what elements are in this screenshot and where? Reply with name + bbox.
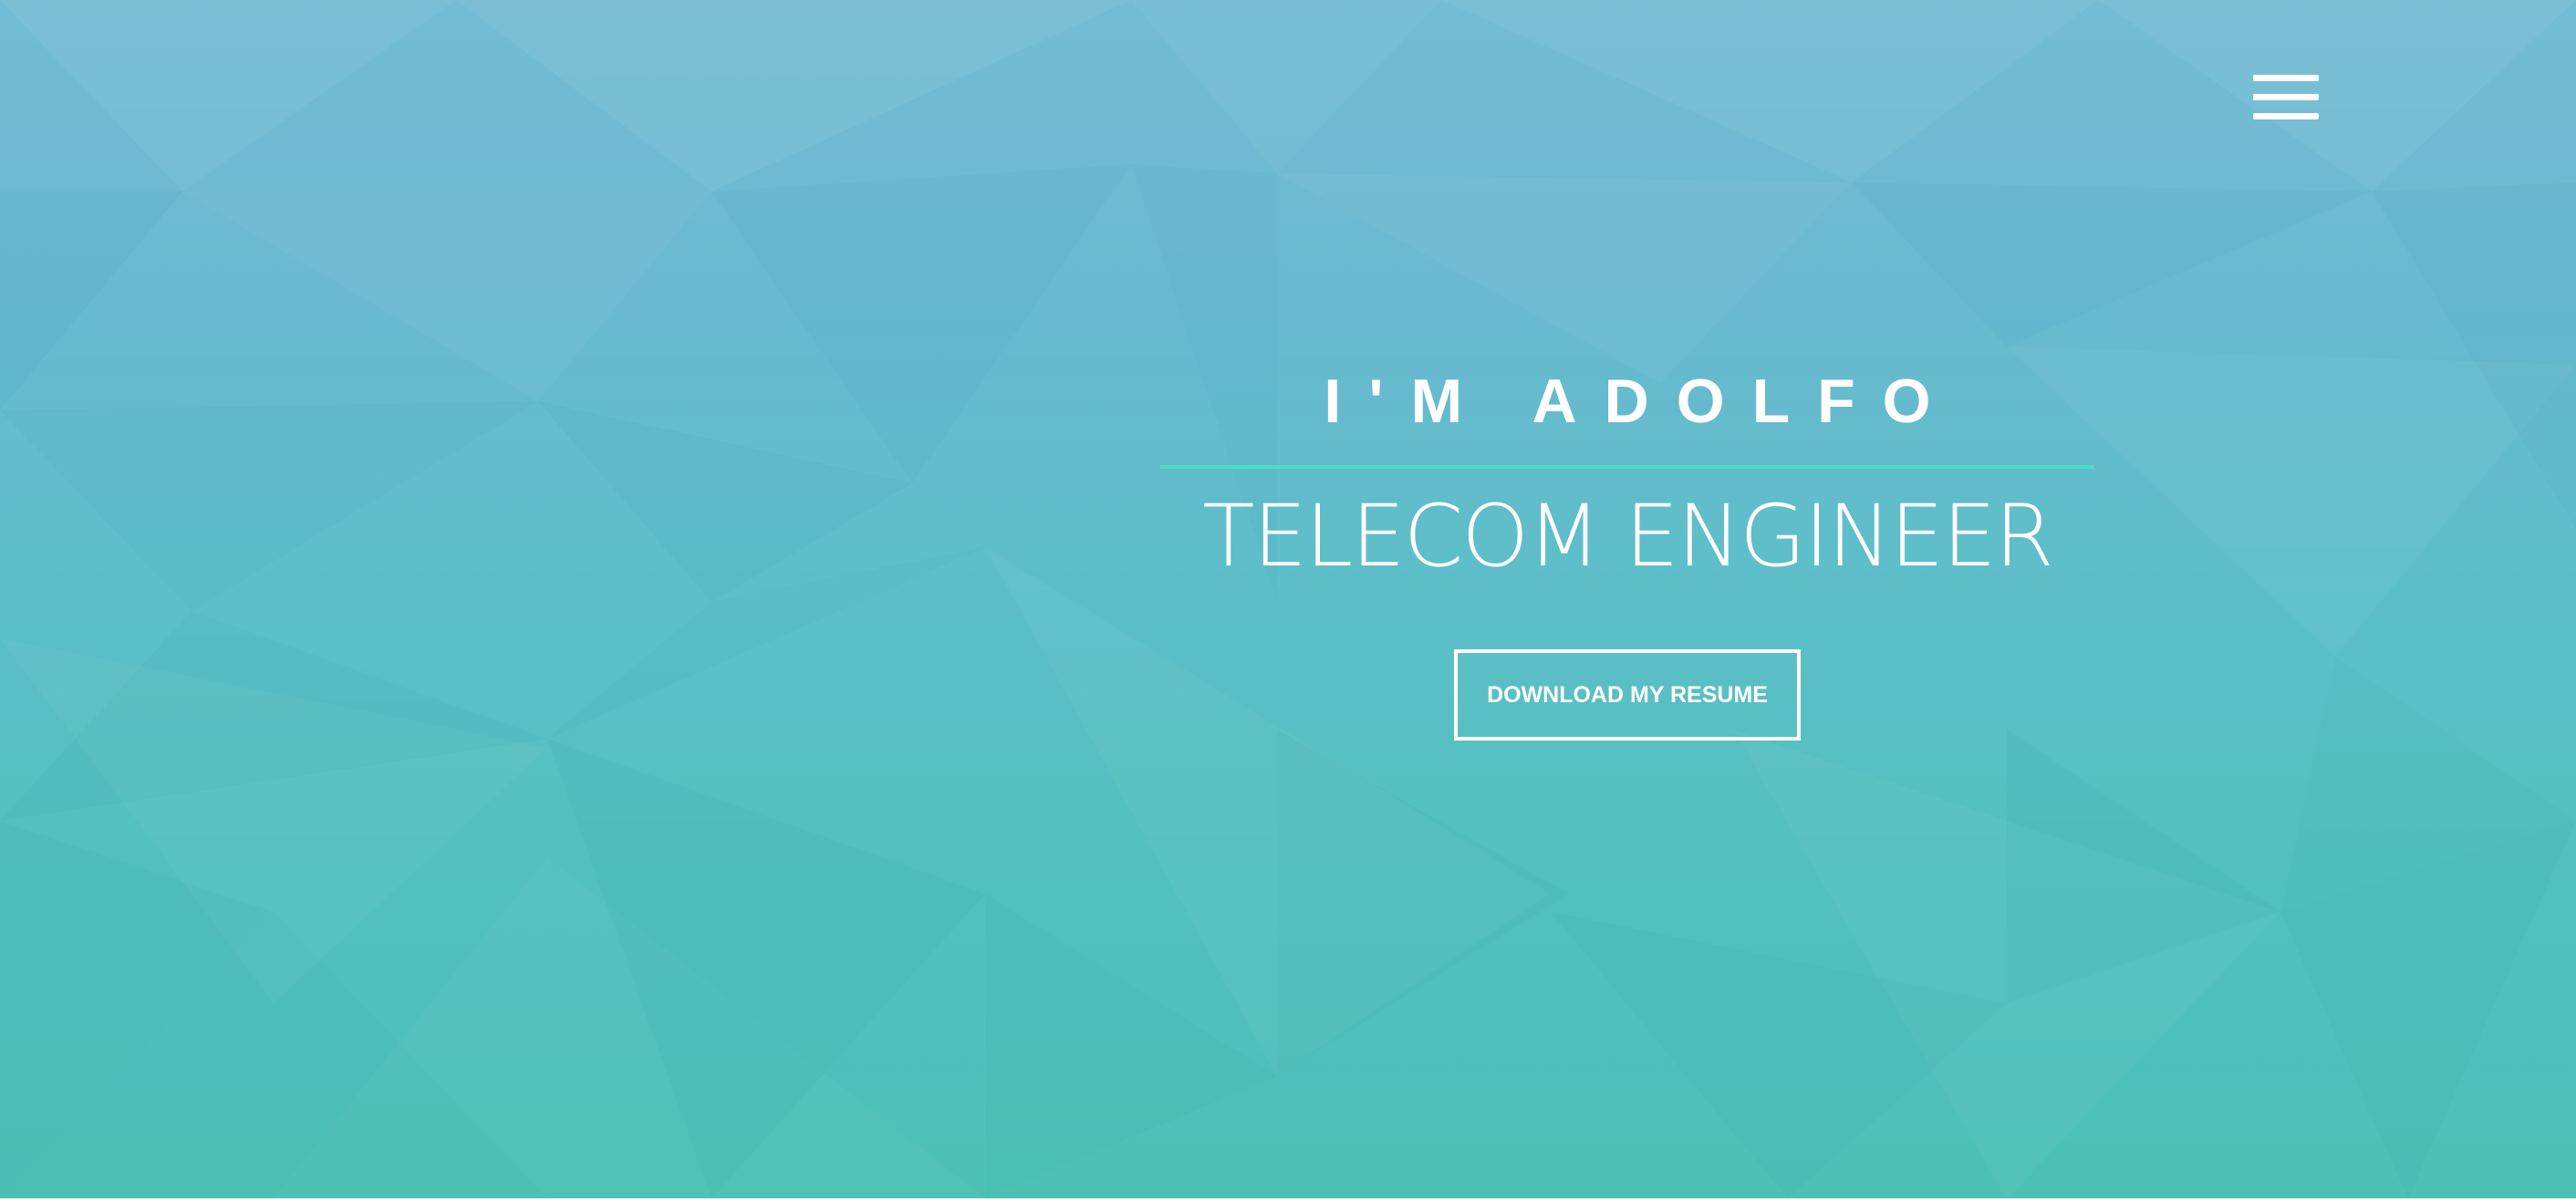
menu-bar-top	[2253, 75, 2319, 81]
hero-section: I'M ADOLFO TELECOM ENGINEER DOWNLOAD MY …	[0, 0, 2576, 1198]
download-resume-button[interactable]: DOWNLOAD MY RESUME	[1454, 649, 1801, 741]
hamburger-menu-icon[interactable]	[2253, 75, 2319, 120]
heading-divider	[1160, 465, 2094, 469]
greeting-heading: I'M ADOLFO	[1324, 367, 1958, 436]
menu-bar-middle	[2253, 94, 2319, 100]
job-title: TELECOM ENGINEER	[1202, 487, 2054, 586]
intro-block: I'M ADOLFO TELECOM ENGINEER DOWNLOAD MY …	[1160, 365, 2094, 741]
page-bottom-edge	[0, 1198, 2576, 1202]
menu-bar-bottom	[2253, 113, 2319, 119]
